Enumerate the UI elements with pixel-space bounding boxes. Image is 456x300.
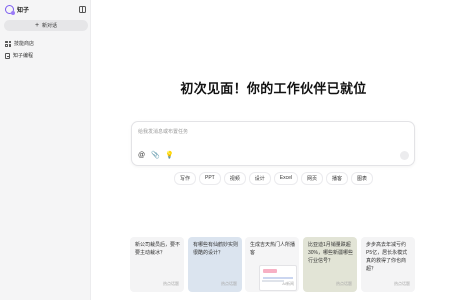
suggestion-cards: 新公司裁员后，要不要主动裁冰？ 热点话题 有哪些有仙鹤妙实则很酷的设计？ 热点话…	[130, 237, 415, 292]
card-tag: 热点话题	[394, 281, 410, 286]
chip-video[interactable]: 视频	[223, 172, 246, 185]
message-input-placeholder[interactable]: 给我发消息或布置任务	[138, 128, 188, 135]
suggestion-card[interactable]: 比亚迪1月销量跌超30%，哪些新疆哪些行业信号？ 热点话题	[303, 237, 357, 292]
brand-name: 知子	[17, 8, 30, 14]
chip-writing[interactable]: 写作	[173, 172, 196, 185]
chip-design[interactable]: 设计	[248, 172, 271, 185]
sidebar: 知子 + 新对话 技能商店 知子编程	[0, 0, 91, 300]
chip-webpage[interactable]: 网页	[300, 172, 323, 185]
chip-excel[interactable]: Excel	[273, 172, 298, 185]
sidebar-item-label: 知子编程	[13, 53, 34, 59]
new-chat-button[interactable]: + 新对话	[4, 20, 88, 31]
card-tag: AI新闻	[282, 281, 294, 286]
card-text: 步步高去年减亏约P5亿，居长永模式真的救得了你也商超？	[366, 242, 408, 272]
card-tag: 热点话题	[163, 281, 179, 286]
suggestion-card[interactable]: 生成吉天热门人所播客 AI新闻	[245, 237, 299, 292]
thumbnail-line	[262, 280, 284, 282]
card-text: 比亚迪1月销量跌超30%，哪些新疆哪些行业信号？	[308, 242, 354, 264]
main-area: 初次见面！你的工作伙伴已就位 给我发消息或布置任务 @ 📎 💡 写作 PPT 视…	[91, 0, 456, 300]
logo-icon	[5, 5, 15, 15]
sidebar-item-coding[interactable]: 知子编程	[5, 52, 33, 59]
chip-chart[interactable]: 图表	[351, 172, 374, 185]
card-text: 新公司裁员后，要不要主动裁冰？	[135, 242, 181, 256]
page-title: 初次见面！你的工作伙伴已就位	[180, 81, 367, 96]
chip-ppt[interactable]: PPT	[198, 172, 221, 185]
plus-icon: +	[34, 22, 40, 29]
at-icon[interactable]: @	[138, 152, 145, 159]
suggestion-card[interactable]: 有哪些有仙鹤妙实则很酷的设计？ 热点话题	[188, 237, 242, 292]
new-chat-label: 新对话	[42, 23, 58, 29]
sidebar-item-label: 技能商店	[14, 41, 35, 47]
document-icon	[5, 52, 10, 59]
sidebar-item-skill-store[interactable]: 技能商店	[5, 40, 34, 47]
skill-chips: 写作 PPT 视频 设计 Excel 网页 播客 图表	[91, 172, 456, 185]
card-thumbnail	[259, 265, 297, 291]
sidebar-toggle-icon[interactable]	[79, 6, 86, 13]
chip-podcast[interactable]: 播客	[326, 172, 349, 185]
attachment-icon[interactable]: 📎	[151, 152, 160, 159]
message-input-box[interactable]: 给我发消息或布置任务 @ 📎 💡	[131, 121, 415, 166]
send-button[interactable]	[400, 151, 409, 160]
suggestion-card[interactable]: 新公司裁员后，要不要主动裁冰？ 热点话题	[130, 237, 184, 292]
grid-icon	[5, 40, 11, 47]
brand: 知子	[5, 5, 30, 15]
bulb-icon[interactable]: 💡	[165, 152, 174, 159]
card-text: 生成吉天热门人所播客	[250, 242, 296, 256]
card-text: 有哪些有仙鹤妙实则很酷的设计？	[193, 242, 239, 256]
suggestion-card[interactable]: 步步高去年减亏约P5亿，居长永模式真的救得了你也商超？ 热点话题	[361, 237, 415, 292]
card-tag: 热点话题	[336, 281, 352, 286]
input-toolbar: @ 📎 💡	[138, 152, 174, 159]
card-tag: 热点话题	[221, 281, 237, 286]
